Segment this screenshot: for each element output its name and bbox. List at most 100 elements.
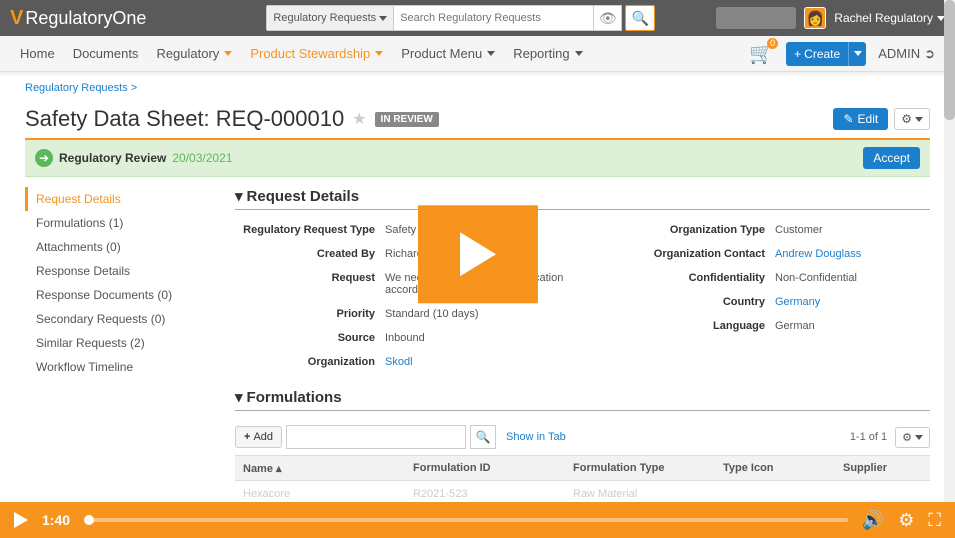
scroll-thumb[interactable] [944, 0, 955, 120]
arrow-right-circle-icon: ➲ [924, 46, 935, 62]
chevron-down-icon [375, 51, 383, 56]
workflow-banner: ➔ Regulatory Review 20/03/2021 Accept [25, 140, 930, 177]
pager-text: 1-1 of 1 [850, 431, 887, 443]
chevron-down-icon [224, 51, 232, 56]
admin-link[interactable]: ADMIN➲ [878, 46, 935, 62]
detail-row: Organization TypeCustomer [625, 224, 861, 236]
detail-row: PriorityStandard (10 days) [235, 308, 585, 320]
detail-row: SourceInbound [235, 332, 585, 344]
formulations-search-input[interactable] [286, 425, 466, 449]
edit-button[interactable]: ✎Edit [833, 108, 888, 130]
search-button[interactable]: 🔍 [625, 5, 655, 31]
scrollbar[interactable] [944, 0, 955, 502]
page-title: Safety Data Sheet: REQ-000010 [25, 106, 344, 132]
search-scope-select[interactable]: Regulatory Requests [266, 5, 394, 31]
user-menu[interactable]: Rachel Regulatory [834, 11, 945, 25]
avatar[interactable]: 👩 [804, 7, 826, 29]
add-button[interactable]: +Add [235, 426, 282, 448]
detail-value: Standard (10 days) [385, 308, 479, 320]
formulations-search-button[interactable]: 🔍 [470, 425, 496, 449]
gear-icon: ⚙ [901, 112, 912, 126]
current-time: 1:40 [42, 512, 70, 528]
nav-regulatory[interactable]: Regulatory [156, 46, 232, 61]
divider [235, 410, 930, 411]
table-settings-menu[interactable]: ⚙ [895, 427, 930, 448]
play-button[interactable] [14, 512, 28, 528]
th-supplier[interactable]: Supplier [835, 462, 930, 474]
detail-row: OrganizationSkodl [235, 356, 585, 368]
nav-reporting[interactable]: Reporting [513, 46, 582, 61]
chevron-down-icon [487, 51, 495, 56]
th-formulation-id[interactable]: Formulation ID [405, 462, 565, 474]
detail-value: German [775, 320, 815, 332]
chevron-down-icon [575, 51, 583, 56]
section-formulations[interactable]: ▾Formulations [235, 388, 930, 406]
sidebar-item-attachments[interactable]: Attachments (0) [25, 235, 205, 259]
workflow-state: Regulatory Review [59, 151, 166, 165]
caret-down-icon: ▾ [235, 388, 243, 406]
logo-mark-icon: V [10, 7, 23, 30]
redacted-region [716, 7, 796, 29]
detail-label: Organization Contact [625, 248, 775, 260]
breadcrumb[interactable]: Regulatory Requests > [25, 82, 930, 94]
chevron-down-icon [379, 16, 387, 21]
sidebar-item-response-documents[interactable]: Response Documents (0) [25, 283, 205, 307]
seek-handle[interactable] [84, 515, 94, 525]
detail-label: Request [235, 272, 385, 296]
plus-icon: + [244, 431, 250, 443]
nav-home[interactable]: Home [20, 46, 55, 61]
volume-icon[interactable]: 🔊 [862, 510, 884, 531]
pencil-icon: ✎ [843, 112, 853, 126]
detail-label: Created By [235, 248, 385, 260]
logo-text: RegulatoryOne [25, 8, 146, 29]
chevron-down-icon [915, 117, 923, 122]
sidebar-item-workflow-timeline[interactable]: Workflow Timeline [25, 355, 205, 379]
fullscreen-icon[interactable]: ⛶ [928, 510, 941, 531]
nav-product-menu[interactable]: Product Menu [401, 46, 495, 61]
sidebar-item-response-details[interactable]: Response Details [25, 259, 205, 283]
detail-row: ConfidentialityNon-Confidential [625, 272, 861, 284]
detail-label: Source [235, 332, 385, 344]
sidebar-item-similar-requests[interactable]: Similar Requests (2) [25, 331, 205, 355]
detail-row: CountryGermany [625, 296, 861, 308]
create-button[interactable]: +Create [786, 42, 866, 66]
detail-label: Confidentiality [625, 272, 775, 284]
section-request-details[interactable]: ▾Request Details [235, 187, 930, 205]
detail-label: Country [625, 296, 775, 308]
detail-value[interactable]: Skodl [385, 356, 413, 368]
main-nav: Home Documents Regulatory Product Stewar… [0, 36, 955, 72]
accept-button[interactable]: Accept [863, 147, 920, 169]
settings-icon[interactable]: ⚙ [898, 510, 914, 531]
detail-value[interactable]: Andrew Douglass [775, 248, 861, 260]
create-split[interactable] [848, 42, 866, 66]
actions-menu[interactable]: ⚙ [894, 108, 930, 130]
detail-label: Organization Type [625, 224, 775, 236]
sidebar-item-secondary-requests[interactable]: Secondary Requests (0) [25, 307, 205, 331]
search-input[interactable] [394, 5, 594, 31]
chevron-down-icon [915, 435, 923, 440]
th-type-icon[interactable]: Type Icon [715, 462, 835, 474]
workflow-date: 20/03/2021 [172, 151, 232, 165]
app-logo: V RegulatoryOne [10, 7, 146, 30]
video-play-overlay[interactable] [418, 205, 538, 303]
caret-down-icon: ▾ [235, 187, 243, 205]
detail-label: Regulatory Request Type [235, 224, 385, 236]
global-search: Regulatory Requests 👁 🔍 [266, 5, 655, 31]
cart-icon[interactable]: 🛒0 [749, 41, 774, 66]
gear-icon: ⚙ [902, 431, 912, 444]
plus-icon: + [794, 47, 801, 61]
seek-bar[interactable] [84, 518, 848, 522]
detail-value: Customer [775, 224, 823, 236]
play-icon [460, 232, 496, 276]
table-header: Name ▴ Formulation ID Formulation Type T… [235, 455, 930, 481]
sidebar-item-formulations[interactable]: Formulations (1) [25, 211, 205, 235]
nav-documents[interactable]: Documents [73, 46, 139, 61]
sidebar-item-request-details[interactable]: Request Details [25, 187, 205, 211]
visibility-icon[interactable]: 👁 [594, 5, 622, 31]
th-formulation-type[interactable]: Formulation Type [565, 462, 715, 474]
nav-product-stewardship[interactable]: Product Stewardship [250, 46, 383, 61]
th-name[interactable]: Name ▴ [235, 462, 405, 475]
star-icon[interactable]: ★ [352, 109, 366, 129]
detail-value[interactable]: Germany [775, 296, 820, 308]
show-in-tab-link[interactable]: Show in Tab [506, 431, 566, 443]
